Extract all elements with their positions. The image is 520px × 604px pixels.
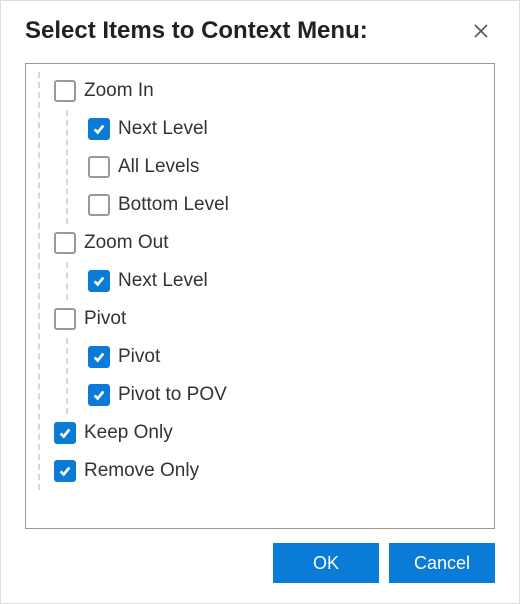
tree-label: Zoom Out	[84, 232, 168, 254]
check-icon	[92, 388, 106, 402]
tree-label: Bottom Level	[118, 194, 229, 216]
checkbox[interactable]	[88, 118, 110, 140]
tree-row[interactable]: Bottom Level	[88, 186, 484, 224]
tree-node-zoom-out: Zoom Out Next Level	[54, 224, 484, 300]
tree-row[interactable]: Pivot	[88, 338, 484, 376]
tree-row[interactable]: Pivot	[54, 300, 484, 338]
tree-guide-line	[38, 72, 40, 490]
cancel-button[interactable]: Cancel	[389, 543, 495, 583]
check-icon	[92, 350, 106, 364]
checkbox[interactable]	[88, 194, 110, 216]
tree-scroll[interactable]: Zoom In Next Level All Levels	[26, 64, 494, 528]
check-icon	[92, 274, 106, 288]
checkbox[interactable]	[88, 156, 110, 178]
tree-node-keep-only: Keep Only	[54, 414, 484, 452]
tree-node-zoom-in: Zoom In Next Level All Levels	[54, 72, 484, 224]
checkbox[interactable]	[88, 270, 110, 292]
tree-row[interactable]: Next Level	[88, 110, 484, 148]
check-icon	[58, 426, 72, 440]
tree-guide-line	[66, 338, 68, 414]
tree-label: Pivot to POV	[118, 384, 227, 406]
tree-row[interactable]: All Levels	[88, 148, 484, 186]
tree-row[interactable]: Pivot to POV	[88, 376, 484, 414]
checkbox[interactable]	[54, 308, 76, 330]
tree-label: Pivot	[84, 308, 126, 330]
tree-label: Keep Only	[84, 422, 173, 444]
tree-node-remove-only: Remove Only	[54, 452, 484, 490]
dialog-title: Select Items to Context Menu:	[25, 17, 368, 45]
tree-root: Zoom In Next Level All Levels	[32, 72, 484, 490]
checkbox[interactable]	[88, 346, 110, 368]
tree-label: Zoom In	[84, 80, 154, 102]
checkbox[interactable]	[88, 384, 110, 406]
tree-guide-line	[66, 262, 68, 300]
close-icon	[473, 23, 489, 39]
tree-row[interactable]: Zoom In	[54, 72, 484, 110]
tree-guide-line	[66, 110, 68, 224]
tree-row[interactable]: Zoom Out	[54, 224, 484, 262]
tree-children: Next Level	[54, 262, 484, 300]
check-icon	[92, 122, 106, 136]
checkbox[interactable]	[54, 80, 76, 102]
close-button[interactable]	[467, 17, 495, 45]
checkbox[interactable]	[54, 422, 76, 444]
tree-children: Pivot Pivot to POV	[54, 338, 484, 414]
ok-button[interactable]: OK	[273, 543, 379, 583]
tree-label: All Levels	[118, 156, 199, 178]
dialog: Select Items to Context Menu: Zoom In	[1, 1, 519, 603]
dialog-header: Select Items to Context Menu:	[25, 17, 495, 45]
tree-children: Next Level All Levels Bottom Level	[54, 110, 484, 224]
tree-label: Next Level	[118, 270, 208, 292]
tree-label: Next Level	[118, 118, 208, 140]
check-icon	[58, 464, 72, 478]
tree-label: Pivot	[118, 346, 160, 368]
checkbox[interactable]	[54, 232, 76, 254]
tree-row[interactable]: Next Level	[88, 262, 484, 300]
tree-container: Zoom In Next Level All Levels	[25, 63, 495, 529]
dialog-buttons: OK Cancel	[25, 529, 495, 583]
tree-row[interactable]: Keep Only	[54, 414, 484, 452]
tree-node-pivot: Pivot Pivot Pivot to POV	[54, 300, 484, 414]
tree-row[interactable]: Remove Only	[54, 452, 484, 490]
checkbox[interactable]	[54, 460, 76, 482]
tree-label: Remove Only	[84, 460, 199, 482]
